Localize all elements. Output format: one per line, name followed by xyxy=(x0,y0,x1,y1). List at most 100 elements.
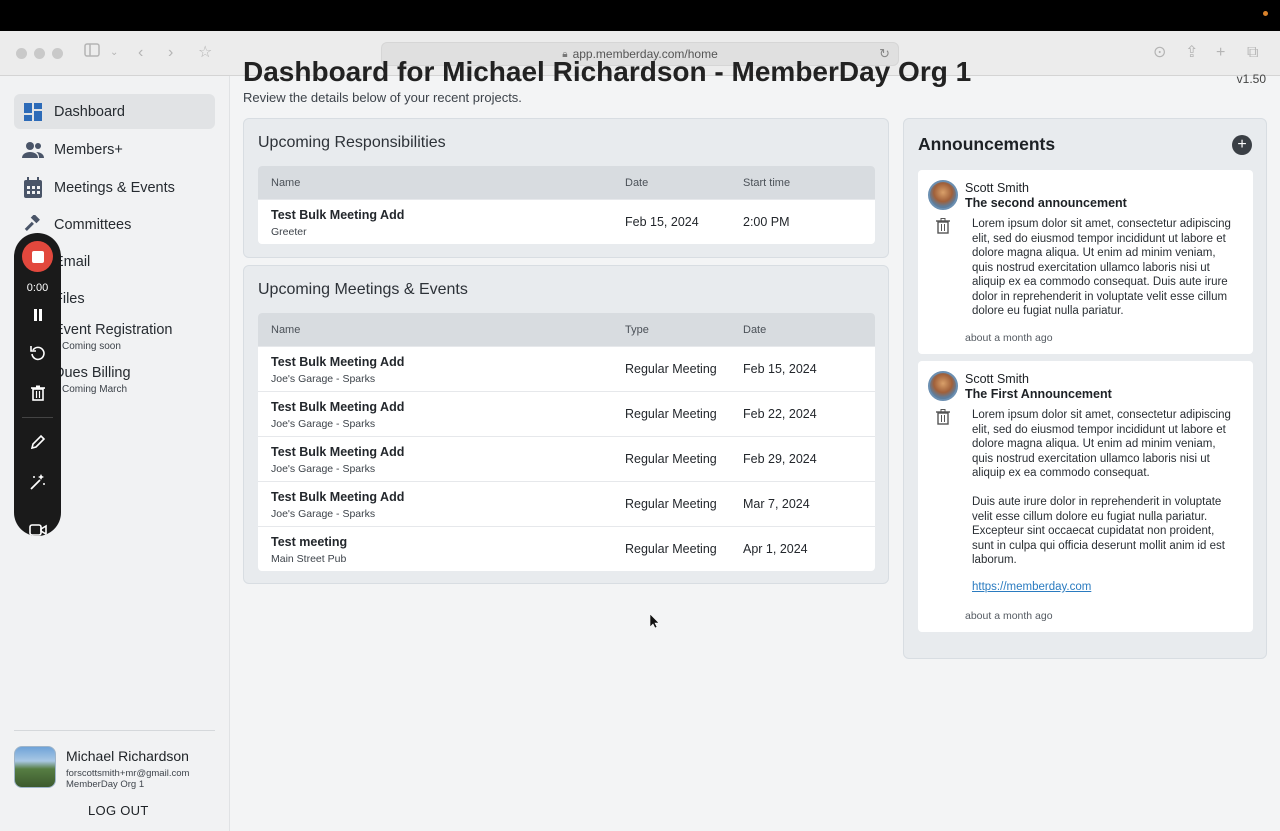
version-label: v1.50 xyxy=(1236,72,1266,86)
tabs-overview-icon[interactable]: ⧉ xyxy=(1247,43,1258,63)
delete-announcement-button[interactable] xyxy=(936,409,950,425)
calendar-icon xyxy=(22,176,44,199)
gavel-icon xyxy=(22,214,44,236)
forward-icon[interactable]: › xyxy=(168,43,173,63)
user-email: forscottsmith+mr@gmail.com xyxy=(66,768,190,779)
sidebar-item-label: Dashboard xyxy=(54,103,125,120)
logout-button[interactable]: LOG OUT xyxy=(88,803,149,818)
restart-icon xyxy=(29,346,45,361)
row-type: Regular Meeting xyxy=(625,362,717,376)
sidebar-item-meetings-events[interactable]: Meetings & Events xyxy=(14,170,215,205)
share-icon[interactable]: ⇪ xyxy=(1185,43,1198,63)
table-row[interactable]: Test Bulk Meeting Add Joe's Garage - Spa… xyxy=(258,391,875,436)
row-date: Feb 15, 2024 xyxy=(743,362,817,376)
zoom-window-button[interactable] xyxy=(52,48,63,59)
row-date: Feb 22, 2024 xyxy=(743,407,817,421)
new-tab-icon[interactable]: + xyxy=(1216,43,1225,63)
download-icon[interactable]: ⊙ xyxy=(1153,43,1166,63)
row-name: Test Bulk Meeting Add xyxy=(271,400,405,414)
announcement-item: Scott Smith The First Announcement Lorem… xyxy=(918,361,1253,632)
announcement-author: Scott Smith xyxy=(965,181,1029,195)
back-icon[interactable]: ‹ xyxy=(138,43,143,63)
announcement-author: Scott Smith xyxy=(965,372,1029,386)
top-system-bar xyxy=(0,0,1280,31)
draw-button[interactable] xyxy=(25,431,50,453)
column-header-name[interactable]: Name xyxy=(271,324,300,336)
table-row[interactable]: Test Bulk Meeting Add Joe's Garage - Spa… xyxy=(258,481,875,526)
table-row[interactable]: Test meeting Main Street Pub Regular Mee… xyxy=(258,526,875,571)
announcements-card: Announcements + Scott Smith The second a… xyxy=(903,118,1267,659)
row-type: Regular Meeting xyxy=(625,497,717,511)
add-announcement-button[interactable]: + xyxy=(1232,135,1252,155)
pencil-icon xyxy=(30,434,45,450)
responsibilities-card: Upcoming Responsibilities Name Date Star… xyxy=(243,118,889,258)
announcement-link[interactable]: https://memberday.com xyxy=(972,581,1091,593)
sidebar-item-label: Committees xyxy=(54,216,132,233)
row-type: Regular Meeting xyxy=(625,407,717,421)
page-title: Dashboard for Michael Richardson - Membe… xyxy=(243,56,972,87)
row-type: Regular Meeting xyxy=(625,542,717,556)
row-name: Test Bulk Meeting Add xyxy=(271,355,405,369)
table-row[interactable]: Test Bulk Meeting Add Joe's Garage - Spa… xyxy=(258,346,875,391)
column-header-start-time[interactable]: Start time xyxy=(743,177,790,189)
mouse-cursor-icon xyxy=(650,614,660,628)
announcement-time: about a month ago xyxy=(965,610,1053,622)
camera-icon xyxy=(28,524,47,536)
discard-button[interactable] xyxy=(25,382,50,404)
card-title: Upcoming Meetings & Events xyxy=(258,281,468,298)
pause-button[interactable] xyxy=(25,304,50,326)
user-name: Michael Richardson xyxy=(66,748,189,764)
magic-wand-icon xyxy=(29,474,45,490)
announcement-headline: The First Announcement xyxy=(965,387,1112,401)
sidebar-item-sublabel: Coming soon xyxy=(62,341,121,352)
restart-button[interactable] xyxy=(25,342,50,364)
effects-button[interactable] xyxy=(25,471,50,493)
column-header-date[interactable]: Date xyxy=(625,177,648,189)
sidebar-item-label: Event Registration xyxy=(54,322,173,338)
announcement-headline: The second announcement xyxy=(965,196,1127,210)
column-header-type[interactable]: Type xyxy=(625,324,649,336)
recorder-divider xyxy=(22,417,53,418)
delete-announcement-button[interactable] xyxy=(936,218,950,234)
sidebar-divider xyxy=(14,730,215,731)
indicator-dot xyxy=(1263,11,1268,16)
avatar xyxy=(928,371,958,401)
announcement-item: Scott Smith The second announcement Lore… xyxy=(918,170,1253,354)
camera-button[interactable] xyxy=(25,519,50,536)
sidebar-item-label: Meetings & Events xyxy=(54,179,175,196)
row-location: Main Street Pub xyxy=(271,553,347,565)
table-header: Name Date Start time xyxy=(258,166,875,199)
table-header: Name Type Date xyxy=(258,313,875,346)
column-header-name[interactable]: Name xyxy=(271,177,300,189)
responsibilities-table: Name Date Start time Test Bulk Meeting A… xyxy=(258,166,875,244)
page-subtitle: Review the details below of your recent … xyxy=(243,90,522,105)
row-location: Joe's Garage - Sparks xyxy=(271,508,376,520)
row-name: Test meeting xyxy=(271,535,348,549)
avatar[interactable] xyxy=(14,746,56,788)
minimize-window-button[interactable] xyxy=(34,48,45,59)
row-type: Regular Meeting xyxy=(625,452,717,466)
plus-icon: + xyxy=(1237,136,1247,153)
user-org: MemberDay Org 1 xyxy=(66,779,145,790)
row-location: Joe's Garage - Sparks xyxy=(271,418,376,430)
column-header-date[interactable]: Date xyxy=(743,324,766,336)
trash-icon xyxy=(936,409,950,425)
row-date: Mar 7, 2024 xyxy=(743,497,810,511)
table-row[interactable]: Test Bulk Meeting Add Joe's Garage - Spa… xyxy=(258,436,875,481)
stop-recording-button[interactable] xyxy=(22,241,53,272)
pause-icon xyxy=(33,309,42,321)
screen-recorder-toolbar: 0:00 xyxy=(14,233,61,536)
chevron-down-icon[interactable]: ⌄ xyxy=(110,43,118,63)
sidebar-item-dashboard[interactable]: Dashboard xyxy=(14,94,215,129)
row-date: Feb 15, 2024 xyxy=(625,215,699,229)
bookmark-star-icon[interactable]: ☆ xyxy=(198,43,212,63)
row-date: Apr 1, 2024 xyxy=(743,542,808,556)
announcement-body: Lorem ipsum dolor sit amet, consectetur … xyxy=(972,218,1231,317)
table-row[interactable]: Test Bulk Meeting Add Greeter Feb 15, 20… xyxy=(258,199,875,244)
row-date: Feb 29, 2024 xyxy=(743,452,817,466)
sidebar-item-label: Dues Billing xyxy=(54,365,131,381)
sidebar-item-members[interactable]: Members+ xyxy=(14,132,215,167)
stop-icon xyxy=(31,250,44,263)
sidebar-toggle-icon[interactable] xyxy=(84,43,100,63)
close-window-button[interactable] xyxy=(16,48,27,59)
